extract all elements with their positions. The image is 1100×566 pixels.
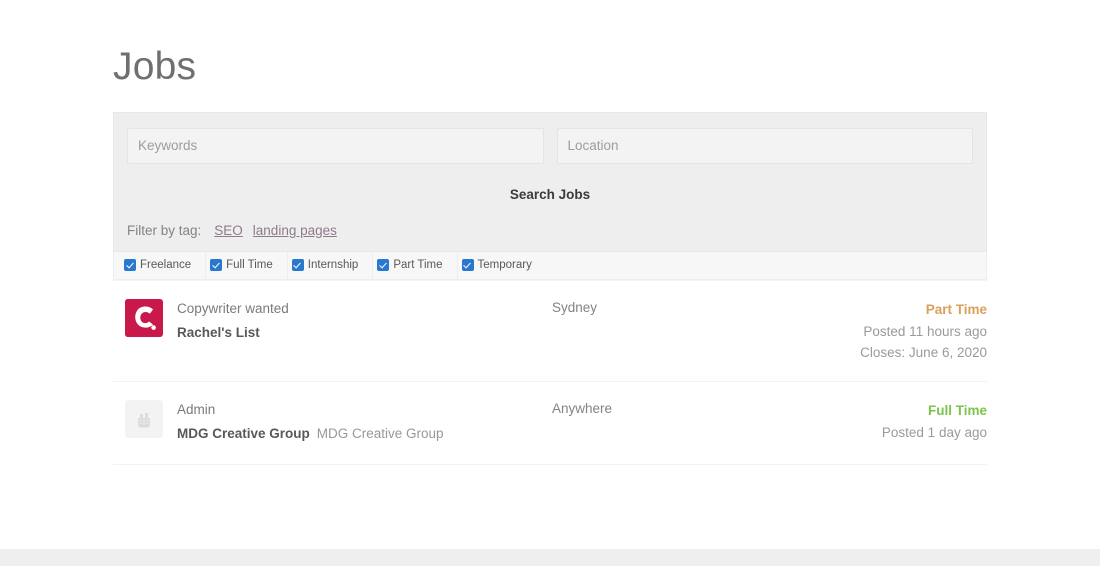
checkbox-freelance[interactable] (124, 259, 136, 271)
job-listings: Copywriter wanted Rachel's List Sydney P… (113, 280, 987, 465)
job-search-panel: Search Jobs Filter by tag: SEO landing pag… (113, 112, 987, 252)
rachels-list-logo-icon (125, 299, 163, 337)
job-meta: Part Time Posted 11 hours ago Closes: Ju… (752, 299, 987, 364)
search-jobs-button[interactable]: Search Jobs (510, 187, 590, 202)
job-type-filter-part-time[interactable]: Part Time (373, 252, 457, 279)
job-company-line: Rachel's List (177, 321, 552, 346)
tag-filter-row: Filter by tag: SEO landing pages (127, 223, 973, 238)
checkbox-temporary[interactable] (462, 259, 474, 271)
page-content: Jobs Search Jobs Filter by tag: SEO landin… (113, 0, 987, 465)
status-badge: Part Time (752, 300, 987, 321)
job-type-filter-temporary[interactable]: Temporary (458, 252, 546, 279)
search-submit-row: Search Jobs (127, 186, 973, 204)
job-location: Sydney (552, 299, 752, 315)
keywords-input[interactable] (127, 128, 544, 164)
search-fields-row (127, 128, 973, 164)
job-logo-cell (125, 299, 163, 337)
tag-link-seo[interactable]: SEO (214, 223, 243, 238)
job-closing-date: Closes: June 6, 2020 (752, 342, 987, 364)
job-type-label: Temporary (478, 259, 532, 271)
status-badge: Full Time (752, 401, 987, 422)
job-posted-date: Posted 11 hours ago (752, 321, 987, 343)
job-type-label: Full Time (226, 259, 273, 271)
location-field-wrap (557, 128, 974, 164)
job-company: MDG Creative Group (177, 426, 310, 441)
page-title: Jobs (113, 0, 987, 91)
table-row[interactable]: Admin MDG Creative GroupMDG Creative Gro… (113, 382, 987, 465)
checkbox-internship[interactable] (292, 259, 304, 271)
job-main: Admin MDG Creative GroupMDG Creative Gro… (177, 400, 552, 447)
job-title: Admin (177, 400, 552, 420)
job-company-alt: MDG Creative Group (317, 426, 444, 441)
footer-strip (0, 549, 1100, 566)
checkbox-part-time[interactable] (377, 259, 389, 271)
tag-filter-label: Filter by tag: (127, 223, 201, 238)
job-logo-cell (125, 400, 163, 438)
location-input[interactable] (557, 128, 974, 164)
job-type-filter-internship[interactable]: Internship (288, 252, 374, 279)
jobs-page: Jobs Search Jobs Filter by tag: SEO landin… (0, 0, 1100, 566)
job-company-line: MDG Creative Group MDG Creative Group (177, 422, 552, 447)
job-type-filter-full-time[interactable]: Full Time (206, 252, 288, 279)
job-company: Rachel's List (177, 325, 260, 340)
checkbox-full-time[interactable] (210, 259, 222, 271)
tag-link-landing-pages[interactable]: landing pages (253, 223, 337, 238)
job-type-label: Part Time (393, 259, 442, 271)
job-type-filter-strip: Freelance Full Time Internship Part Time… (113, 252, 987, 280)
job-type-label: Internship (308, 259, 359, 271)
job-posted-date: Posted 1 day ago (752, 422, 987, 444)
job-location: Anywhere (552, 400, 752, 416)
job-type-filter-freelance[interactable]: Freelance (124, 252, 206, 279)
job-main: Copywriter wanted Rachel's List (177, 299, 552, 346)
keywords-field-wrap (127, 128, 544, 164)
placeholder-image-icon (125, 400, 163, 438)
job-meta: Full Time Posted 1 day ago (752, 400, 987, 444)
job-title: Copywriter wanted (177, 299, 552, 319)
table-row[interactable]: Copywriter wanted Rachel's List Sydney P… (113, 280, 987, 382)
job-type-label: Freelance (140, 259, 191, 271)
